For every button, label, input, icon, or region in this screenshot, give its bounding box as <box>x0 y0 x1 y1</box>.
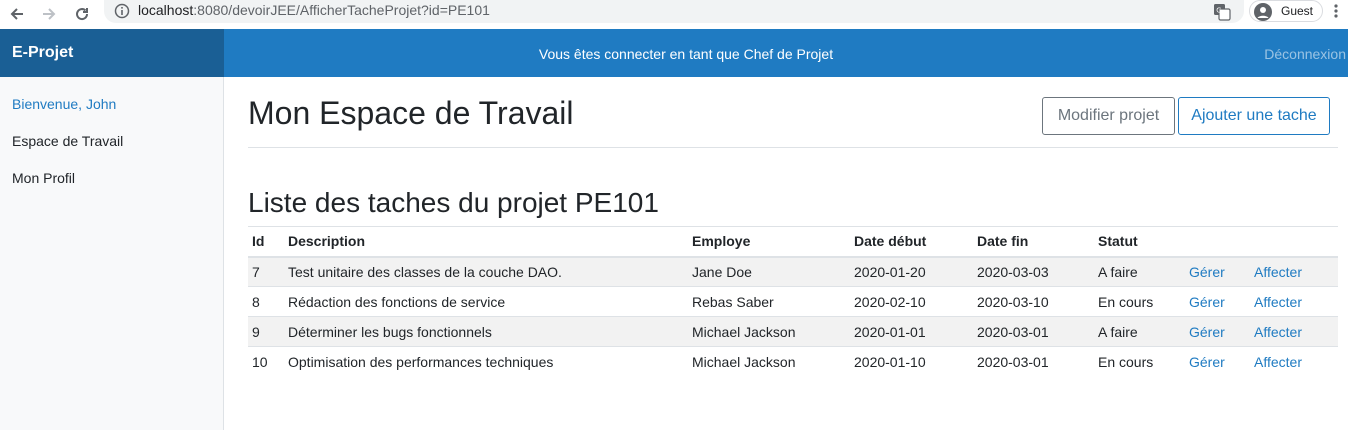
affecter-link[interactable]: Affecter <box>1254 264 1302 280</box>
cell-date-debut: 2020-01-10 <box>850 346 973 377</box>
reload-button[interactable] <box>71 3 93 25</box>
svg-text:G: G <box>1216 7 1221 15</box>
gerer-link[interactable]: Gérer <box>1189 354 1225 370</box>
column-header-gerer <box>1185 226 1250 258</box>
back-button[interactable] <box>6 3 28 25</box>
cell-employe: Jane Doe <box>688 256 850 287</box>
address-bar[interactable]: localhost:8080/devoirJEE/AfficherTachePr… <box>104 0 1244 23</box>
translate-icon[interactable]: G <box>1213 3 1231 26</box>
task-list-title: Liste des taches du projet PE101 <box>248 187 659 218</box>
column-header-description: Description <box>284 226 688 258</box>
brand[interactable]: E-Projet <box>0 29 224 77</box>
column-header-date-fin: Date fin <box>973 226 1094 258</box>
affecter-link[interactable]: Affecter <box>1254 324 1302 340</box>
cell-date-debut: 2020-01-20 <box>850 256 973 287</box>
cell-date-debut: 2020-02-10 <box>850 286 973 317</box>
cell-gerer: Gérer <box>1185 316 1250 347</box>
reload-icon <box>76 8 89 21</box>
sidebar-item-welcome[interactable]: Bienvenue, John <box>12 96 116 112</box>
cell-statut: En cours <box>1094 286 1185 317</box>
info-icon[interactable] <box>114 3 130 24</box>
table-row: 8 Rédaction des fonctions de service Reb… <box>248 286 1338 317</box>
cell-affecter: Affecter <box>1250 346 1338 377</box>
table-row: 7 Test unitaire des classes de la couche… <box>248 256 1338 287</box>
column-header-employe: Employe <box>688 226 850 258</box>
cell-statut: En cours <box>1094 346 1185 377</box>
cell-description: Rédaction des fonctions de service <box>284 286 688 317</box>
cell-id: 8 <box>248 286 284 317</box>
cell-date-fin: 2020-03-01 <box>973 316 1094 347</box>
cell-description: Déterminer les bugs fonctionnels <box>284 316 688 347</box>
arrow-left-icon <box>10 8 23 20</box>
cell-date-fin: 2020-03-01 <box>973 346 1094 377</box>
page-title: Mon Espace de Travail <box>248 95 574 131</box>
divider <box>248 147 1338 148</box>
forward-button[interactable] <box>38 3 60 25</box>
url-text: localhost:8080/devoirJEE/AfficherTachePr… <box>138 2 490 18</box>
table-row: 10 Optimisation des performances techniq… <box>248 346 1338 377</box>
logout-link[interactable]: Déconnexion <box>1264 46 1346 62</box>
sidebar-item-workspace[interactable]: Espace de Travail <box>12 133 123 149</box>
column-header-id: Id <box>248 226 284 258</box>
cell-affecter: Affecter <box>1250 316 1338 347</box>
edit-project-button[interactable]: Modifier projet <box>1042 97 1175 135</box>
affecter-link[interactable]: Affecter <box>1254 294 1302 310</box>
task-table: Id Description Employe Date début Date f… <box>248 226 1338 377</box>
more-vert-icon[interactable] <box>1333 3 1339 24</box>
profile-button[interactable]: Guest <box>1249 0 1323 22</box>
cell-description: Optimisation des performances techniques <box>284 346 688 377</box>
cell-date-fin: 2020-03-03 <box>973 256 1094 287</box>
cell-id: 7 <box>248 256 284 287</box>
arrow-right-icon <box>43 8 56 20</box>
profile-label: Guest <box>1281 4 1314 18</box>
browser-toolbar: localhost:8080/devoirJEE/AfficherTachePr… <box>0 0 1348 29</box>
cell-statut: A faire <box>1094 256 1185 287</box>
cell-id: 10 <box>248 346 284 377</box>
top-navbar: E-Projet Vous êtes connecter en tant que… <box>0 29 1348 77</box>
avatar-icon <box>1254 3 1272 26</box>
gerer-link[interactable]: Gérer <box>1189 264 1225 280</box>
column-header-affecter <box>1250 226 1338 258</box>
connection-message: Vous êtes connecter en tant que Chef de … <box>538 46 834 62</box>
cell-gerer: Gérer <box>1185 286 1250 317</box>
cell-date-debut: 2020-01-01 <box>850 316 973 347</box>
cell-employe: Michael Jackson <box>688 346 850 377</box>
sidebar-item-profile[interactable]: Mon Profil <box>12 170 75 186</box>
cell-gerer: Gérer <box>1185 346 1250 377</box>
gerer-link[interactable]: Gérer <box>1189 324 1225 340</box>
cell-gerer: Gérer <box>1185 256 1250 287</box>
table-header-row: Id Description Employe Date début Date f… <box>248 226 1338 258</box>
cell-affecter: Affecter <box>1250 286 1338 317</box>
cell-date-fin: 2020-03-10 <box>973 286 1094 317</box>
cell-affecter: Affecter <box>1250 256 1338 287</box>
gerer-link[interactable]: Gérer <box>1189 294 1225 310</box>
cell-id: 9 <box>248 316 284 347</box>
table-row: 9 Déterminer les bugs fonctionnels Micha… <box>248 316 1338 347</box>
affecter-link[interactable]: Affecter <box>1254 354 1302 370</box>
cell-statut: A faire <box>1094 316 1185 347</box>
cell-employe: Michael Jackson <box>688 316 850 347</box>
sidebar: Bienvenue, John Espace de Travail Mon Pr… <box>0 77 224 430</box>
column-header-statut: Statut <box>1094 226 1185 258</box>
column-header-date-debut: Date début <box>850 226 973 258</box>
cell-description: Test unitaire des classes de la couche D… <box>284 256 688 287</box>
add-task-button[interactable]: Ajouter une tache <box>1178 97 1330 135</box>
cell-employe: Rebas Saber <box>688 286 850 317</box>
